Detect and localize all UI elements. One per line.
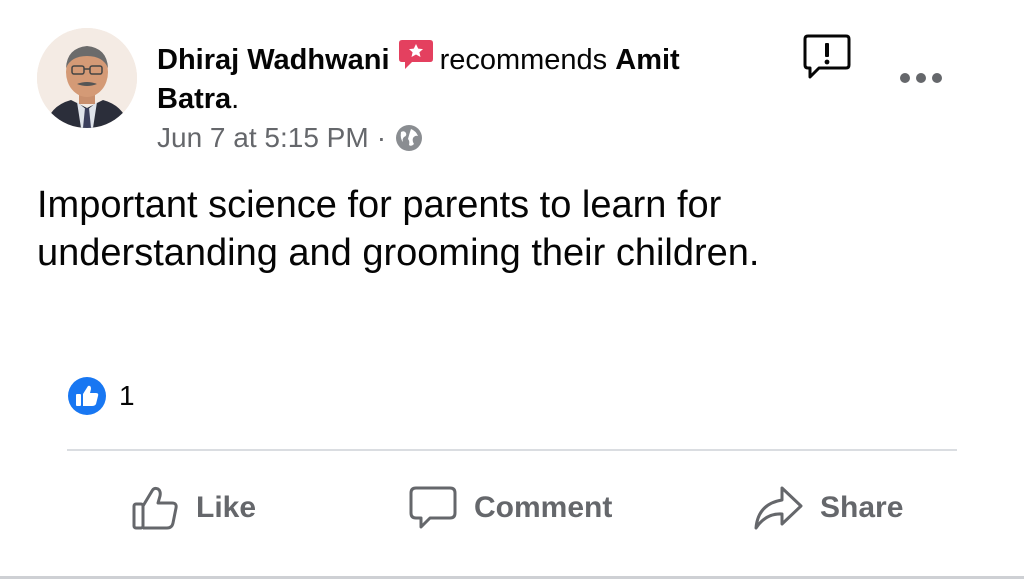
more-options-icon[interactable] [897, 68, 945, 88]
post-body-text: Important science for parents to learn f… [37, 181, 937, 277]
share-label: Share [820, 491, 904, 524]
like-button[interactable]: Like [130, 480, 256, 536]
share-button[interactable]: Share [752, 480, 903, 536]
share-icon [754, 486, 803, 530]
recommend-icon [398, 40, 433, 69]
globe-icon [396, 125, 423, 151]
thumbs-up-icon [132, 486, 178, 530]
post-card: Dhiraj Wadhwani recommends Amit Batra. J… [0, 0, 1024, 579]
reactions-summary[interactable]: 1 [67, 376, 135, 416]
recommends-text: recommends [439, 44, 608, 76]
author-avatar[interactable] [37, 28, 137, 128]
recommended-page-name-cont[interactable]: Batra [157, 83, 231, 115]
like-reaction-icon [68, 377, 106, 415]
comment-label: Comment [474, 491, 613, 524]
comment-button[interactable]: Comment [408, 480, 612, 536]
meta-separator: · [376, 122, 387, 153]
recommended-page-name[interactable]: Amit [615, 44, 679, 76]
header-period: . [231, 83, 240, 115]
post-meta: Jun 7 at 5:15 PM · [157, 122, 424, 154]
like-label: Like [196, 491, 257, 524]
divider [67, 449, 957, 451]
post-text-line: understanding and grooming their childre… [37, 232, 760, 274]
comment-icon [409, 486, 457, 529]
post-header: Dhiraj Wadhwani recommends Amit Batra. [157, 38, 757, 119]
post-timestamp[interactable]: Jun 7 at 5:15 PM [157, 122, 369, 154]
post-text-line: Important science for parents to learn f… [37, 184, 722, 226]
reaction-count: 1 [119, 380, 135, 411]
author-name[interactable]: Dhiraj Wadhwani [157, 44, 390, 76]
report-icon[interactable] [802, 33, 852, 81]
